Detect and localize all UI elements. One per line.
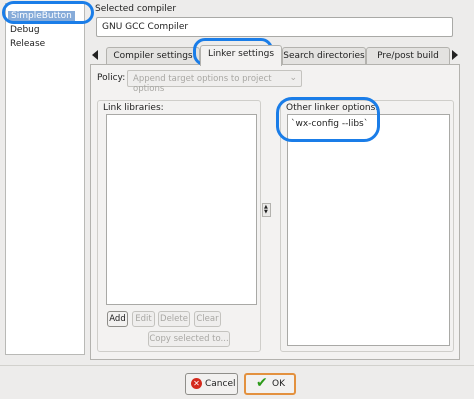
chevron-down-icon: ⌄ [289, 73, 297, 83]
edit-library-button[interactable]: Edit [132, 311, 155, 327]
annotation-other-options [276, 97, 380, 142]
delete-library-button[interactable]: Delete [158, 311, 190, 327]
tab-scroll-right-icon[interactable] [452, 50, 458, 60]
footer-separator [0, 365, 474, 366]
ok-checkmark-icon: ✔ [256, 375, 268, 391]
compiler-select[interactable]: GNU GCC Compiler [96, 17, 453, 37]
build-targets-tree[interactable]: SimpleButton Debug Release [5, 3, 85, 355]
copy-selected-button[interactable]: Copy selected to... [148, 331, 230, 347]
compiler-select-value: GNU GCC Compiler [102, 22, 189, 32]
settings-tabbar: Compiler settings Linker settings Search… [90, 45, 460, 78]
ok-button-label: OK [272, 379, 285, 389]
tab-search-directories[interactable]: Search directories [282, 47, 366, 65]
cancel-button[interactable]: ✕ Cancel [185, 373, 238, 395]
ok-button[interactable]: ✔ OK [244, 373, 296, 395]
annotation-simplebutton [2, 1, 94, 24]
tab-linker-settings[interactable]: Linker settings [200, 45, 282, 66]
cancel-icon: ✕ [191, 378, 202, 389]
tab-compiler-settings[interactable]: Compiler settings [106, 47, 200, 65]
link-libraries-list[interactable] [106, 114, 257, 305]
cancel-button-label: Cancel [205, 379, 236, 389]
tab-scroll-left-icon[interactable] [92, 50, 98, 60]
add-library-button[interactable]: Add [107, 311, 128, 327]
tree-item-debug[interactable]: Debug [10, 25, 40, 35]
policy-label: Policy: [97, 73, 126, 83]
policy-select-value: Append target options to project options [133, 74, 272, 94]
selected-compiler-label: Selected compiler [95, 4, 177, 14]
splitter-grip-icon: ▲ ▼ [264, 204, 268, 215]
clear-libraries-button[interactable]: Clear [194, 311, 221, 327]
other-linker-options-input[interactable]: `wx-config --libs` [287, 114, 450, 346]
tree-item-release[interactable]: Release [10, 39, 45, 49]
tab-pre-post-build-steps[interactable]: Pre/post build steps [366, 47, 450, 78]
policy-select[interactable]: Append target options to project options… [127, 70, 302, 94]
link-libraries-label: Link libraries: [103, 103, 164, 113]
splitter-handle[interactable]: ▲ ▼ [262, 203, 271, 217]
